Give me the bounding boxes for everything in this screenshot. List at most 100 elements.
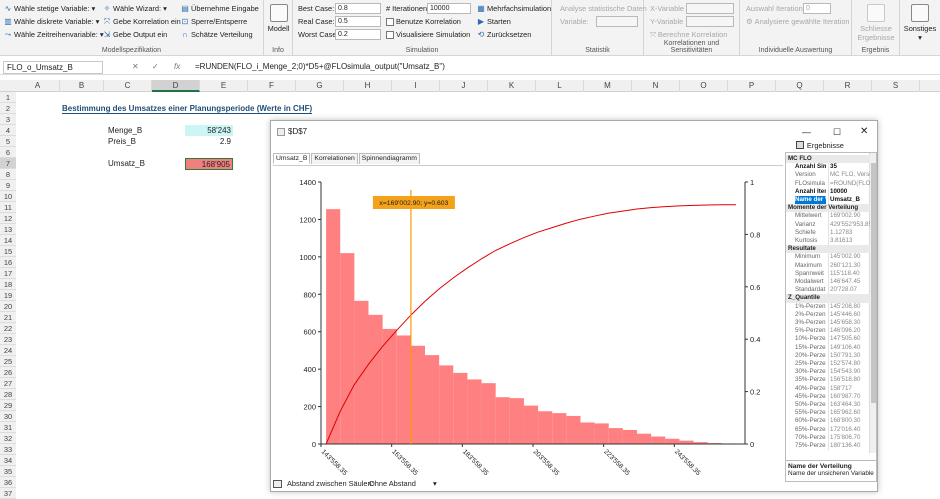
sheet-title[interactable]: Bestimmung des Umsatzes einer Planungspe… (62, 103, 313, 114)
panel-row[interactable]: 5%-Perzen 146'096.20 (786, 327, 870, 336)
panel-category[interactable]: Z_Quantile (786, 294, 870, 303)
use-correlation-checkbox[interactable]: Benutze Korrelation (386, 16, 461, 27)
panel-row[interactable]: 1%-Perzen 145'208.80 (786, 302, 870, 311)
row-header[interactable]: 4 (0, 125, 16, 136)
row-header[interactable]: 20 (0, 301, 16, 312)
umsatz-value[interactable]: 168'905 (185, 158, 233, 170)
row-header[interactable]: 22 (0, 323, 16, 334)
panel-row[interactable]: 45%-Perze 160'987.70 (786, 392, 870, 401)
column-header[interactable]: E (200, 80, 248, 92)
panel-row[interactable]: Varianz 429'552'953.85 (786, 220, 870, 229)
row-header[interactable]: 2 (0, 103, 16, 114)
column-header[interactable]: R (824, 80, 872, 92)
column-header[interactable]: A (16, 80, 60, 92)
panel-row[interactable]: 30%-Perze 154'543.90 (786, 368, 870, 377)
column-header[interactable]: O (680, 80, 728, 92)
real-case-input[interactable]: 0.5 (335, 16, 381, 27)
apply-input-button[interactable]: ▤ Übernehme Eingabe (181, 3, 259, 14)
panel-row[interactable]: Anzahl Iter 10000 (786, 187, 870, 196)
enter-output-button[interactable]: ⇲ Gebe Output ein (103, 29, 168, 40)
panel-row[interactable]: Spannweit 115'118.40 (786, 269, 870, 278)
panel-category[interactable]: MC FLO (786, 155, 870, 164)
checkbox[interactable] (386, 17, 394, 26)
panel-row[interactable]: 3%-Perzen 145'658.30 (786, 319, 870, 328)
variable-select[interactable] (596, 16, 638, 27)
umsatz-label[interactable]: Umsatz_B (108, 158, 145, 169)
multi-simulation-button[interactable]: ▦ Mehrfachsimulation (477, 3, 551, 14)
column-header[interactable]: M (584, 80, 632, 92)
panel-row[interactable]: Schiefe 1.12783 (786, 228, 870, 237)
fx-icon[interactable]: fx (174, 62, 180, 71)
iteration-input[interactable]: 0 (803, 3, 831, 14)
panel-row[interactable]: 40%-Perze 158'717 (786, 384, 870, 393)
panel-row[interactable]: 2%-Perzen 145'446.60 (786, 310, 870, 319)
row-header[interactable]: 8 (0, 169, 16, 180)
row-header[interactable]: 13 (0, 224, 16, 235)
menge-value[interactable]: 58'243 (185, 125, 233, 136)
column-header[interactable]: G (296, 80, 344, 92)
panel-row[interactable]: FLOsimula =ROUND(FLO (786, 179, 870, 188)
panel-row[interactable]: 75%-Perze 180'136.40 (786, 442, 870, 451)
column-header[interactable]: N (632, 80, 680, 92)
row-header[interactable]: 17 (0, 268, 16, 279)
row-header[interactable]: 29 (0, 400, 16, 411)
preis-label[interactable]: Preis_B (108, 136, 136, 147)
row-header[interactable]: 15 (0, 246, 16, 257)
panel-row[interactable]: Version MC FLO, Versi (786, 171, 870, 180)
column-header[interactable]: J (440, 80, 488, 92)
column-header[interactable]: B (60, 80, 104, 92)
panel-scrollbar[interactable] (869, 153, 876, 453)
lock-unlock-button[interactable]: ⊡ Sperre/Entsperre (181, 16, 248, 27)
close-icon[interactable]: ✕ (860, 121, 868, 143)
panel-row[interactable]: 10%-Perze 147'505.60 (786, 335, 870, 344)
panel-category[interactable]: Momente der Verteilung (786, 204, 870, 213)
name-box[interactable]: FLO_o_Umsatz_B (3, 61, 103, 74)
panel-row[interactable]: Mittelwert 169'002.90 (786, 212, 870, 221)
enter-correlation-button[interactable]: ⤧ Gebe Korrelation ein (103, 16, 181, 27)
row-header[interactable]: 26 (0, 367, 16, 378)
analyze-iteration-button[interactable]: ⚙ Analysiere gewählte Iteration (746, 16, 850, 27)
row-header[interactable]: 32 (0, 433, 16, 444)
menge-label[interactable]: Menge_B (108, 125, 142, 136)
row-header[interactable]: 10 (0, 191, 16, 202)
tab-korrelationen[interactable]: Korrelationen (311, 153, 358, 164)
row-header[interactable]: 37 (0, 488, 16, 499)
column-header[interactable]: C (104, 80, 152, 92)
preis-value[interactable]: 2.9 (185, 136, 233, 147)
confirm-icon[interactable]: ✓ (152, 62, 159, 71)
row-header[interactable]: 9 (0, 180, 16, 191)
minimize-icon[interactable]: — (802, 121, 811, 143)
tab-umsatz[interactable]: Umsatz_B (273, 153, 311, 164)
row-header[interactable]: 35 (0, 466, 16, 477)
tab-spinnendiagramm[interactable]: Spinnendiagramm (358, 153, 420, 164)
choose-continuous-variable[interactable]: ∿ Wähle stetige Variable: ▾ (4, 3, 96, 14)
column-header[interactable]: H (344, 80, 392, 92)
scrollbar-thumb[interactable] (871, 163, 876, 403)
row-header[interactable]: 5 (0, 136, 16, 147)
close-results-button[interactable]: Schliesse Ergebnisse (854, 4, 898, 42)
analyze-statistics-button[interactable]: Analyse statistische Daten (560, 3, 647, 14)
panel-row[interactable]: Maximum 260'121.30 (786, 261, 870, 270)
panel-row[interactable]: Modalwert 146'647.45 (786, 278, 870, 287)
row-header[interactable]: 24 (0, 345, 16, 356)
panel-row[interactable]: 50%-Perze 163'464.30 (786, 401, 870, 410)
panel-row[interactable]: 60%-Perze 168'800.30 (786, 417, 870, 426)
formula-input[interactable]: =RUNDEN(FLO_i_Menge_2;0)*D5+@FLOsimula_o… (195, 62, 445, 71)
start-button[interactable]: ▶ Starten (477, 16, 511, 27)
row-header[interactable]: 6 (0, 147, 16, 158)
iterations-input[interactable]: 10000 (427, 3, 471, 14)
model-button[interactable]: Modell (266, 4, 291, 33)
estimate-distribution-button[interactable]: ∩ Schätze Verteilung (181, 29, 253, 40)
column-header[interactable]: L (536, 80, 584, 92)
row-header[interactable]: 31 (0, 422, 16, 433)
misc-button[interactable]: Sonstiges ▾ (901, 4, 939, 42)
panel-row[interactable]: Anzahl Sim 35 (786, 163, 870, 172)
chevron-down-icon[interactable]: ▾ (433, 478, 437, 490)
panel-row[interactable]: 15%-Perze 149'106.40 (786, 343, 870, 352)
choose-timeseries-variable[interactable]: ⤳ Wähle Zeitreihenvariable: ▾ (4, 29, 104, 40)
row-header[interactable]: 19 (0, 290, 16, 301)
x-variable-select[interactable] (686, 3, 734, 14)
row-header[interactable]: 11 (0, 202, 16, 213)
row-header[interactable]: 33 (0, 444, 16, 455)
column-header[interactable]: Q (776, 80, 824, 92)
